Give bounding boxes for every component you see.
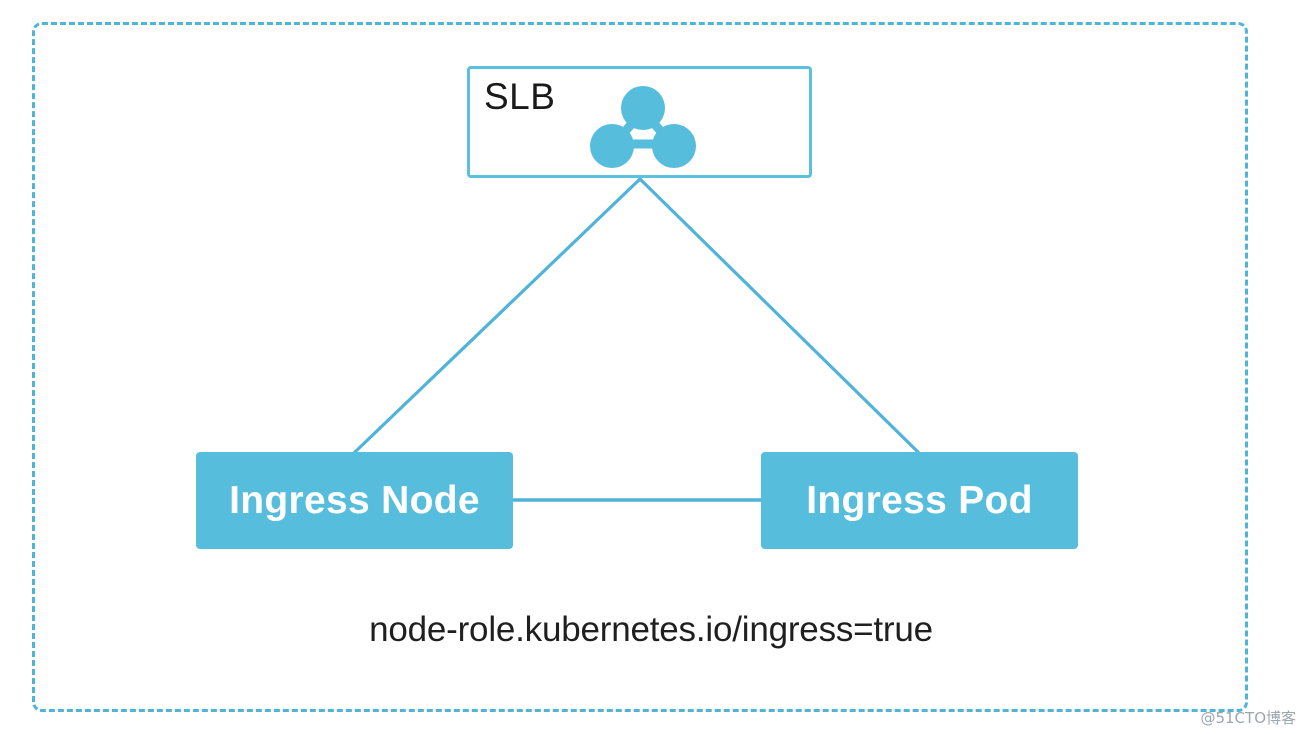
node-ingress-node-label: Ingress Node [229, 478, 480, 522]
node-ingress-node[interactable]: Ingress Node [196, 452, 513, 549]
node-ingress-pod[interactable]: Ingress Pod [761, 452, 1078, 549]
node-slb[interactable]: SLB [467, 66, 812, 178]
diagram-canvas: SLB Ingress Node Ingress Pod node-role.k… [0, 0, 1302, 734]
node-label-selector-caption: node-role.kubernetes.io/ingress=true [369, 610, 933, 649]
node-slb-label: SLB [484, 76, 556, 117]
node-ingress-pod-label: Ingress Pod [806, 478, 1033, 522]
network-topology-icon [590, 86, 696, 168]
watermark: @51CTO博客 [1200, 709, 1296, 727]
